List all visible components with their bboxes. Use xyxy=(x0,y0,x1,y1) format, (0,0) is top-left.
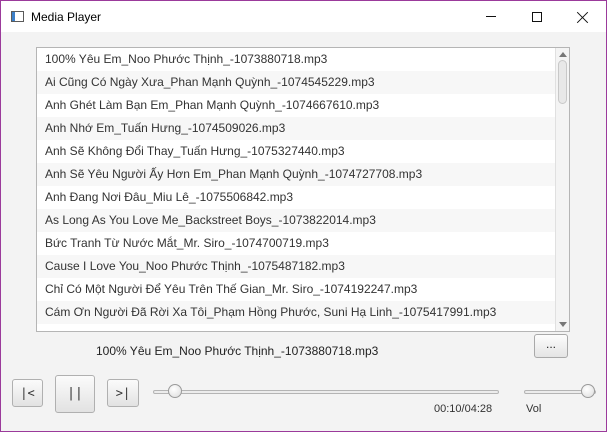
app-window-icon xyxy=(11,11,24,22)
title-bar: Media Player xyxy=(1,1,606,32)
browse-button[interactable]: ... xyxy=(534,334,568,358)
playlist-item[interactable]: 100% Yêu Em_Noo Phước Thịnh_-1073880718.… xyxy=(37,48,569,71)
playlist-item[interactable]: Chỉ Có Một Người Để Yêu Trên Thế Gian_Mr… xyxy=(37,278,569,301)
now-playing-label: 100% Yêu Em_Noo Phước Thịnh_-1073880718.… xyxy=(96,344,379,358)
seek-slider-track[interactable] xyxy=(153,390,499,394)
playlist-item[interactable]: Anh Sẽ Không Đổi Thay_Tuấn Hưng_-1075327… xyxy=(37,140,569,163)
close-button[interactable] xyxy=(560,1,606,32)
playlist-item[interactable]: Ai Cũng Có Ngày Xưa_Phan Mạnh Quỳnh_-107… xyxy=(37,71,569,94)
playlist-item[interactable]: Cám Ơn Người Đã Rời Xa Tôi_Phạm Hồng Phư… xyxy=(37,301,569,324)
maximize-button[interactable] xyxy=(514,1,560,32)
playlist-item[interactable]: Anh Ghét Làm Bạn Em_Phan Mạnh Quỳnh_-107… xyxy=(37,94,569,117)
minimize-button[interactable] xyxy=(468,1,514,32)
minimize-icon xyxy=(486,16,496,17)
playlist-scrollbar[interactable] xyxy=(555,48,569,331)
playlist[interactable]: 100% Yêu Em_Noo Phước Thịnh_-1073880718.… xyxy=(36,47,570,332)
scroll-down-arrow-icon[interactable] xyxy=(559,322,567,327)
playlist-item[interactable]: Anh Nhớ Em_Tuấn Hưng_-1074509026.mp3 xyxy=(37,117,569,140)
maximize-icon xyxy=(532,11,542,22)
pause-button[interactable]: || xyxy=(55,375,95,413)
seek-slider-thumb[interactable] xyxy=(168,384,183,398)
playlist-item[interactable]: Anh Đang Nơi Đâu_Miu Lê_-1075506842.mp3 xyxy=(37,186,569,209)
playlist-rows: 100% Yêu Em_Noo Phước Thịnh_-1073880718.… xyxy=(37,48,569,324)
close-icon xyxy=(577,11,589,23)
playlist-item[interactable]: Anh Sẽ Yêu Người Ấy Hơn Em_Phan Mạnh Quỳ… xyxy=(37,163,569,186)
media-player-window: Media Player 100% Yêu Em_Noo Phước Thịnh… xyxy=(0,0,607,432)
playlist-item[interactable]: As Long As You Love Me_Backstreet Boys_-… xyxy=(37,209,569,232)
window-title: Media Player xyxy=(31,10,102,24)
playlist-item[interactable]: Cause I Love You_Noo Phước Thịnh_-107548… xyxy=(37,255,569,278)
scroll-thumb[interactable] xyxy=(558,60,567,104)
time-readout: 00:10/04:28 xyxy=(434,403,493,415)
previous-button[interactable]: |< xyxy=(12,379,43,407)
volume-slider-thumb[interactable] xyxy=(581,384,595,398)
next-button[interactable]: >| xyxy=(107,379,139,407)
volume-label: Vol xyxy=(526,403,542,415)
playlist-item[interactable]: Bức Tranh Từ Nước Mắt_Mr. Siro_-10747007… xyxy=(37,232,569,255)
scroll-up-arrow-icon[interactable] xyxy=(559,52,567,57)
